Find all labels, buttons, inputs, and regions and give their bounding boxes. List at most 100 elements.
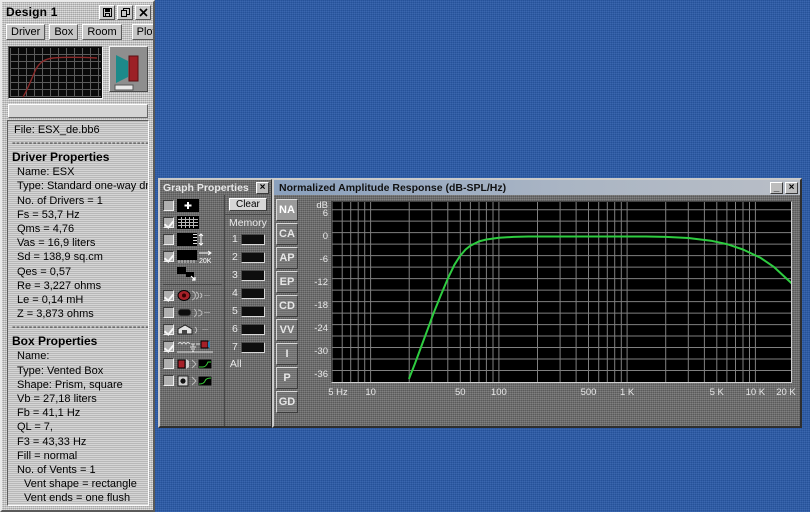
driver-prop-count: No. of Drivers = 1 [17, 194, 103, 207]
design-window: Design 1 Driver Box Room Plot File: ESX_… [0, 0, 155, 512]
speaker-signal-option[interactable] [163, 355, 224, 372]
memory-slot-number: 3 [232, 269, 238, 281]
separator-2: ----------------------------------------… [12, 321, 148, 334]
mode-button-na[interactable]: NA [276, 199, 298, 221]
close-icon[interactable]: × [785, 181, 798, 194]
mode-button-ep[interactable]: EP [276, 271, 298, 293]
port-response-checkbox[interactable] [163, 307, 174, 318]
close-icon[interactable] [135, 4, 151, 20]
save-icon[interactable] [99, 4, 115, 20]
vertical-scale-option[interactable] [163, 231, 224, 248]
memory-slot-row[interactable]: 6 [225, 320, 271, 338]
memory-slot-number: 6 [232, 323, 238, 335]
driver-properties-heading: Driver Properties [12, 150, 110, 165]
room-tab-button[interactable]: Room [82, 24, 122, 40]
y-tick-label: -24 [314, 322, 328, 334]
minimize-icon[interactable]: _ [770, 181, 783, 194]
memory-divider [224, 214, 271, 215]
graph-properties-title: Graph Properties [163, 181, 249, 194]
design-window-title: Design 1 [6, 5, 58, 19]
design-titlebar[interactable]: Design 1 [2, 2, 153, 22]
box-radiate-icon [177, 306, 217, 320]
memory-slot-row[interactable]: 1 [225, 230, 271, 248]
design-thumbnail[interactable] [8, 46, 103, 99]
room-response-option[interactable] [163, 321, 224, 338]
memory-slot-number: 5 [232, 305, 238, 317]
memory-slot-row[interactable]: 7 [225, 338, 271, 356]
add-curve-option[interactable] [163, 197, 224, 214]
file-strip [8, 104, 148, 118]
y-tick-label: -6 [319, 253, 328, 265]
vertical-scale-checkbox[interactable] [163, 234, 174, 245]
memory-slot-button[interactable] [240, 287, 265, 299]
memory-column: Clear Memory 1 2 3 4 5 6 7 All [224, 195, 271, 426]
box-prop-fill: Fill = normal [17, 449, 78, 462]
enclosure-icon[interactable] [109, 46, 148, 92]
speaker-radiate-icon [177, 289, 217, 303]
close-icon[interactable]: × [256, 181, 269, 194]
mode-button-ca[interactable]: CA [276, 223, 298, 245]
memory-slot-button[interactable] [240, 233, 265, 245]
box-prop-name: Name: [17, 350, 50, 363]
memory-slot-button[interactable] [240, 305, 265, 317]
driver-prop-le: Le = 0,14 mH [17, 294, 84, 307]
memory-all-button[interactable]: All [225, 358, 271, 370]
grid-icon [177, 215, 217, 230]
add-curve-checkbox[interactable] [163, 200, 174, 211]
mode-button-ap[interactable]: AP [276, 247, 298, 269]
mode-button-cd[interactable]: CD [276, 295, 298, 317]
plot-button[interactable]: Plot [131, 24, 153, 40]
memory-slot-number: 4 [232, 287, 238, 299]
mode-button-vv[interactable]: VV [276, 319, 298, 341]
memory-slot-number: 1 [232, 233, 238, 245]
memory-slot-row[interactable]: 5 [225, 302, 271, 320]
box-prop-f3: F3 = 43,33 Hz [17, 435, 87, 448]
box-prop-vb: Vb = 27,18 liters [17, 393, 97, 406]
box-tab-button[interactable]: Box [49, 24, 79, 40]
mode-button-p[interactable]: P [276, 367, 298, 389]
driver-tab-button[interactable]: Driver [6, 24, 46, 40]
frequency-20k-icon: 20K [177, 249, 217, 265]
memory-slot-button[interactable] [240, 341, 265, 353]
properties-panel[interactable]: File: ESX_de.bb6 -----------------------… [7, 120, 149, 506]
driver-prop-z: Z = 3,873 ohms [17, 308, 94, 321]
y-tick-label: -30 [314, 345, 328, 357]
graph-window-titlebar[interactable]: Normalized Amplitude Response (dB-SPL/Hz… [274, 180, 800, 195]
grid-option[interactable] [163, 214, 224, 231]
memory-slot-row[interactable]: 3 [225, 266, 271, 284]
memory-slot-row[interactable]: 4 [225, 284, 271, 302]
plot-area[interactable] [331, 201, 792, 383]
driver-prop-sd: Sd = 138,9 sq.cm [17, 251, 103, 264]
memory-slot-button[interactable] [240, 251, 265, 263]
speaker-signal-checkbox[interactable] [163, 358, 174, 369]
driver-response-option[interactable] [163, 287, 224, 304]
room-response-checkbox[interactable] [163, 324, 174, 335]
grid-checkbox[interactable] [163, 217, 174, 228]
mode-button-gd[interactable]: GD [276, 391, 298, 413]
circuit-icon [177, 340, 217, 354]
filter-response-checkbox[interactable] [163, 341, 174, 352]
memory-slot-button[interactable] [240, 323, 265, 335]
x-tick-label: 10 [365, 387, 376, 398]
port-response-option[interactable] [163, 304, 224, 321]
memory-slot-row[interactable]: 2 [225, 248, 271, 266]
memory-slot-button[interactable] [240, 269, 265, 281]
sensor-signal-option[interactable] [163, 372, 224, 389]
amplitude-response-window: Normalized Amplitude Response (dB-SPL/Hz… [272, 178, 802, 428]
graph-properties-body: 20K Clear Memory 1 2 3 4 5 6 7 All [160, 195, 271, 426]
sensor-signal-checkbox[interactable] [163, 375, 174, 386]
svg-text:20K: 20K [199, 258, 212, 264]
file-label: File: ESX_de.bb6 [14, 124, 100, 136]
restore-icon[interactable] [117, 4, 133, 20]
frequency-range-checkbox[interactable] [163, 251, 174, 262]
frequency-range-option[interactable]: 20K [163, 248, 224, 265]
filter-response-option[interactable] [163, 338, 224, 355]
cursor-option[interactable] [163, 265, 224, 282]
separator-1: ----------------------------------------… [12, 137, 148, 150]
driver-response-checkbox[interactable] [163, 290, 174, 301]
clear-button[interactable]: Clear [228, 198, 267, 211]
x-tick-label: 5 K [709, 387, 724, 398]
graph-properties-titlebar[interactable]: Graph Properties × [160, 180, 271, 195]
y-tick-label: -36 [314, 368, 328, 380]
mode-button-i[interactable]: I [276, 343, 298, 365]
